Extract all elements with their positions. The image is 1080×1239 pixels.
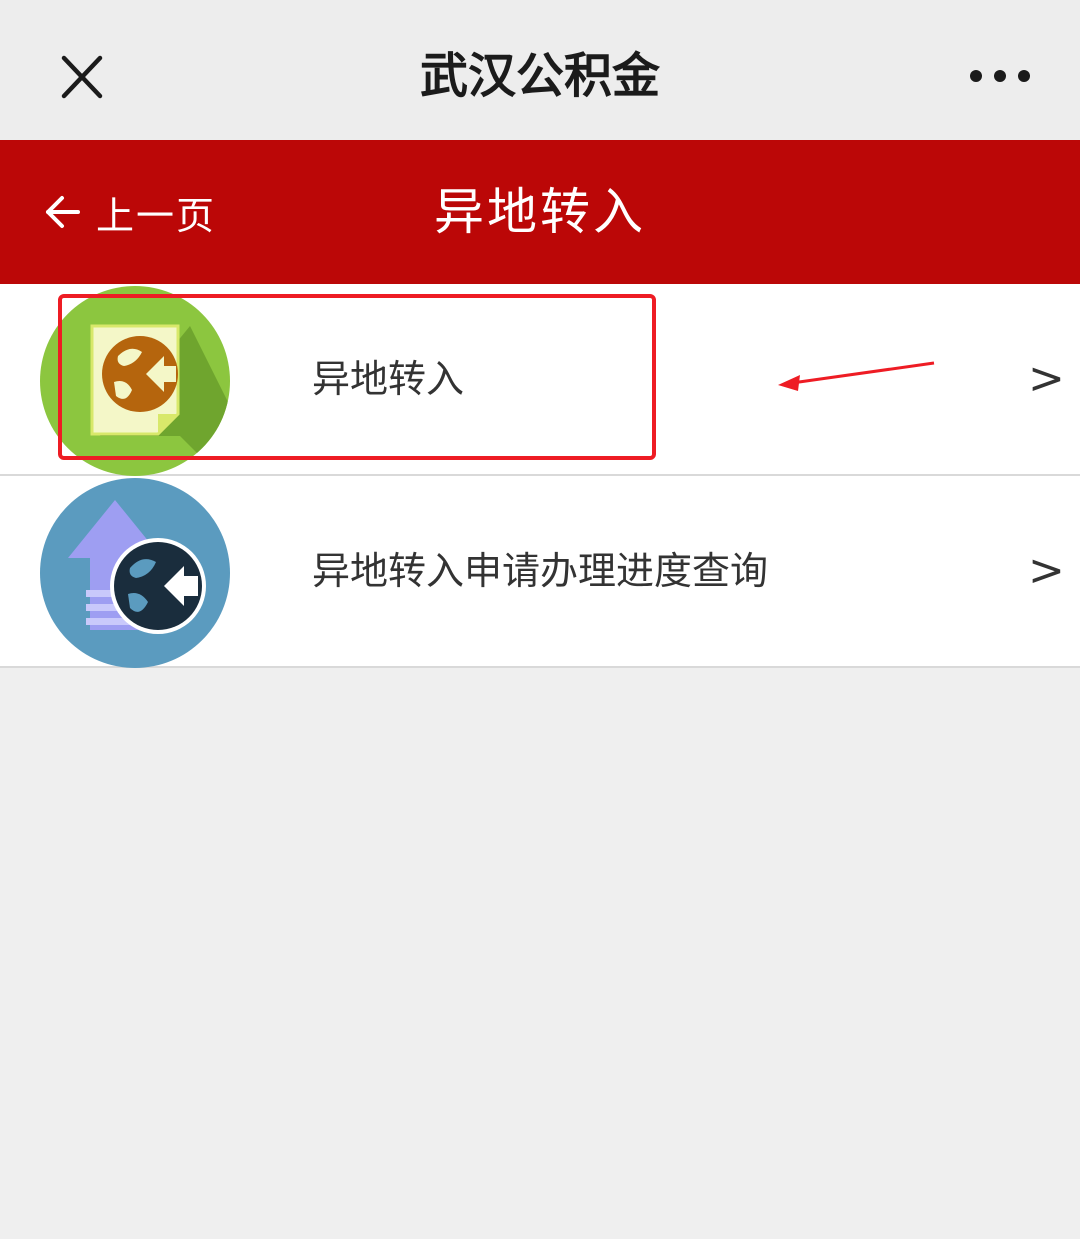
menu-list: 异地转入 > 异地转入申请办理进度查询 > — [0, 284, 1080, 668]
arrow-left-icon — [46, 196, 80, 228]
list-item-progress-query[interactable]: 异地转入申请办理进度查询 > — [0, 476, 1080, 668]
list-item-label: 异地转入申请办理进度查询 — [312, 549, 769, 593]
more-dots-icon — [970, 70, 1030, 82]
list-item-transfer-in[interactable]: 异地转入 > — [0, 284, 1080, 476]
chevron-right-icon: > — [1028, 545, 1065, 596]
list-item-label: 异地转入 — [312, 357, 465, 401]
top-bar: 武汉公积金 — [0, 0, 1080, 140]
globe-document-icon — [40, 286, 230, 476]
close-button[interactable] — [52, 48, 110, 106]
app-title: 武汉公积金 — [419, 48, 660, 104]
back-label: 上一页 — [96, 193, 217, 238]
upload-globe-icon — [40, 478, 230, 668]
page-header: 上一页 异地转入 — [0, 140, 1080, 284]
more-button[interactable] — [968, 62, 1032, 90]
close-icon — [61, 55, 103, 99]
back-button[interactable]: 上一页 — [40, 174, 216, 250]
chevron-right-icon: > — [1028, 353, 1065, 404]
